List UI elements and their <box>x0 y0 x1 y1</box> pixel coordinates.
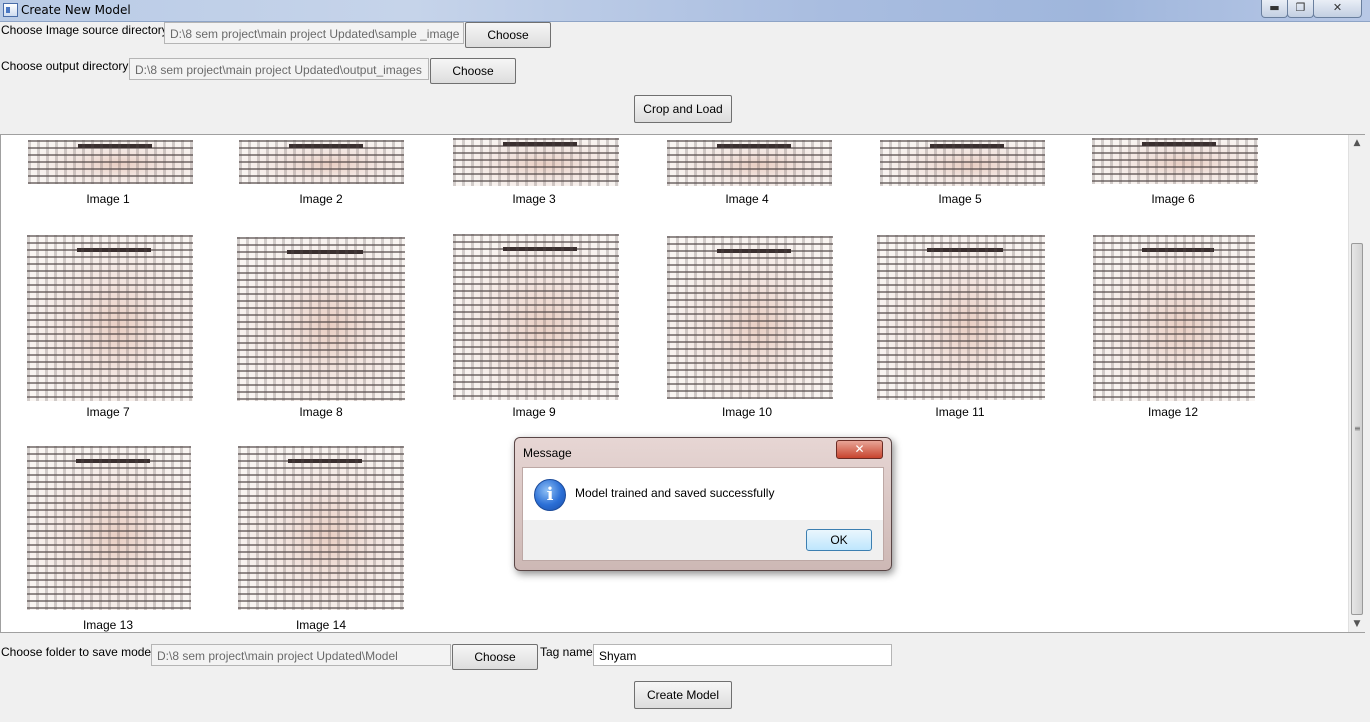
window-title: Create New Model <box>21 3 131 17</box>
scrollbar-thumb[interactable]: ≡ <box>1351 243 1363 615</box>
image-thumbnail <box>667 140 832 186</box>
image-thumbnail <box>1092 138 1258 184</box>
image-caption: Image 11 <box>935 405 985 419</box>
dialog-message: Model trained and saved successfully <box>575 486 775 500</box>
image-caption: Image 2 <box>299 192 343 206</box>
image-thumbnail <box>453 138 619 186</box>
scroll-up-arrow-icon[interactable]: ▲ <box>1349 135 1365 151</box>
message-dialog: Message ✕ i Model trained and saved succ… <box>514 437 892 571</box>
source-choose-button[interactable]: Choose <box>465 22 551 48</box>
image-caption: Image 10 <box>721 405 773 419</box>
vertical-scrollbar[interactable]: ▲ ≡ ▼ <box>1348 135 1365 632</box>
restore-button[interactable]: ❐ <box>1287 0 1314 18</box>
dialog-body: i Model trained and saved successfully <box>522 467 884 521</box>
image-caption: Image 13 <box>82 618 134 632</box>
image-thumbnail <box>27 446 191 610</box>
image-thumbnail <box>877 235 1045 400</box>
tag-name-input[interactable]: Shyam <box>593 644 892 666</box>
window-title-bar: Create New Model ▬ ❐ ✕ <box>0 0 1370 22</box>
image-thumbnail <box>1093 235 1255 401</box>
model-folder-field[interactable]: D:\8 sem project\main project Updated\Mo… <box>151 644 451 666</box>
window-close-button[interactable]: ✕ <box>1313 0 1362 18</box>
image-thumbnail <box>238 446 404 610</box>
image-caption: Image 3 <box>512 192 556 206</box>
grip-icon: ≡ <box>1354 424 1361 433</box>
source-directory-field[interactable]: D:\8 sem project\main project Updated\sa… <box>164 22 464 44</box>
ok-button[interactable]: OK <box>806 529 872 551</box>
crop-and-load-button[interactable]: Crop and Load <box>634 95 732 123</box>
output-directory-label: Choose output directory <box>1 59 129 73</box>
image-caption: Image 7 <box>86 405 130 419</box>
image-thumbnail <box>239 140 404 184</box>
image-caption: Image 12 <box>1147 405 1199 419</box>
app-icon <box>3 3 18 17</box>
source-directory-label: Choose Image source directory <box>1 23 168 37</box>
output-directory-field[interactable]: D:\8 sem project\main project Updated\ou… <box>129 58 429 80</box>
image-thumbnail <box>880 140 1045 186</box>
model-folder-label: Choose folder to save model <box>1 645 154 659</box>
minimize-button[interactable]: ▬ <box>1261 0 1288 18</box>
image-caption: Image 8 <box>299 405 343 419</box>
image-thumbnail <box>667 236 833 399</box>
dialog-title: Message <box>523 446 572 460</box>
image-caption: Image 5 <box>938 192 982 206</box>
create-model-button[interactable]: Create Model <box>634 681 732 709</box>
output-choose-button[interactable]: Choose <box>430 58 516 84</box>
model-folder-choose-button[interactable]: Choose <box>452 644 538 670</box>
image-thumbnail <box>28 140 193 184</box>
dialog-close-button[interactable]: ✕ <box>836 440 883 459</box>
image-thumbnail <box>237 237 405 401</box>
image-caption: Image 9 <box>512 405 556 419</box>
image-caption: Image 14 <box>295 618 347 632</box>
image-thumbnail <box>27 235 193 401</box>
scroll-down-arrow-icon[interactable]: ▼ <box>1349 616 1365 632</box>
image-caption: Image 1 <box>86 192 130 206</box>
image-thumbnail <box>453 234 619 400</box>
dialog-footer: OK <box>522 520 884 561</box>
image-caption: Image 6 <box>1151 192 1195 206</box>
info-icon: i <box>534 479 566 511</box>
tag-name-label: Tag name <box>540 645 593 659</box>
image-caption: Image 4 <box>725 192 769 206</box>
